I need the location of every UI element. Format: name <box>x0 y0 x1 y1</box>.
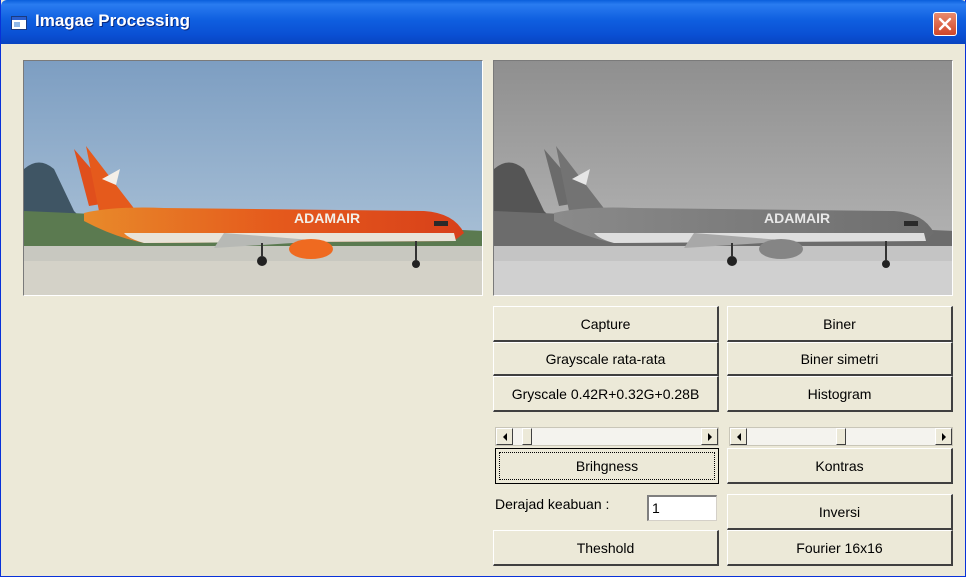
title-bar[interactable]: Imagae Processing <box>1 0 966 44</box>
left-arrow-icon <box>503 433 507 441</box>
brightness-scroll-left-button[interactable] <box>496 428 513 445</box>
threshold-button-label: Theshold <box>576 539 635 556</box>
kontras-button-label: Kontras <box>815 457 864 474</box>
biner-simetri-label: Biner simetri <box>800 350 879 367</box>
gray-level-input[interactable]: 1 <box>647 495 717 521</box>
right-arrow-icon <box>942 433 946 441</box>
gray-level-label: Derajad keabuan : <box>495 496 610 512</box>
svg-text:ADAMAIR: ADAMAIR <box>764 210 830 226</box>
brightness-scroll-right-button[interactable] <box>701 428 718 445</box>
contrast-scrollbar[interactable] <box>729 427 953 446</box>
close-icon <box>938 17 952 31</box>
contrast-scroll-right-button[interactable] <box>935 428 952 445</box>
biner-button-label: Biner <box>823 315 856 332</box>
brightness-scroll-thumb[interactable] <box>522 428 532 445</box>
main-window: Imagae Processing ADAMAIR ADAMAIR Captur… <box>0 0 966 577</box>
svg-text:ADAMAIR: ADAMAIR <box>294 210 360 226</box>
histogram-button[interactable]: Histogram <box>727 376 953 412</box>
right-arrow-icon <box>708 433 712 441</box>
inversi-button-label: Inversi <box>818 503 861 520</box>
airplane-color-picture: ADAMAIR <box>24 61 482 295</box>
biner-simetri-button[interactable]: Biner simetri <box>727 342 953 376</box>
processed-image: ADAMAIR <box>493 60 953 296</box>
brightness-scrollbar[interactable] <box>495 427 719 446</box>
grayscale-average-label: Grayscale rata-rata <box>545 350 666 367</box>
airplane-grayscale-picture: ADAMAIR <box>494 61 952 295</box>
inversi-button[interactable]: Inversi <box>727 494 953 530</box>
capture-button[interactable]: Capture <box>493 306 719 342</box>
biner-button[interactable]: Biner <box>727 306 953 342</box>
grayscale-weighted-button[interactable]: Gryscale 0.42R+0.32G+0.28B <box>493 376 719 412</box>
fourier-button-label: Fourier 16x16 <box>796 539 883 556</box>
contrast-scroll-left-button[interactable] <box>730 428 747 445</box>
capture-button-label: Capture <box>580 315 631 332</box>
left-arrow-icon <box>737 433 741 441</box>
brightness-button[interactable]: Brihgness <box>495 448 719 484</box>
kontras-button[interactable]: Kontras <box>727 448 953 484</box>
window-title: Imagae Processing <box>35 11 190 30</box>
threshold-button[interactable]: Theshold <box>493 530 719 566</box>
focus-ring <box>499 452 715 480</box>
contrast-scroll-thumb[interactable] <box>836 428 846 445</box>
close-button[interactable] <box>933 12 957 36</box>
original-image: ADAMAIR <box>23 60 483 296</box>
grayscale-weighted-label: Gryscale 0.42R+0.32G+0.28B <box>511 385 700 402</box>
window-icon <box>11 15 27 30</box>
histogram-button-label: Histogram <box>807 385 872 402</box>
fourier-button[interactable]: Fourier 16x16 <box>727 530 953 566</box>
grayscale-average-button[interactable]: Grayscale rata-rata <box>493 342 719 376</box>
